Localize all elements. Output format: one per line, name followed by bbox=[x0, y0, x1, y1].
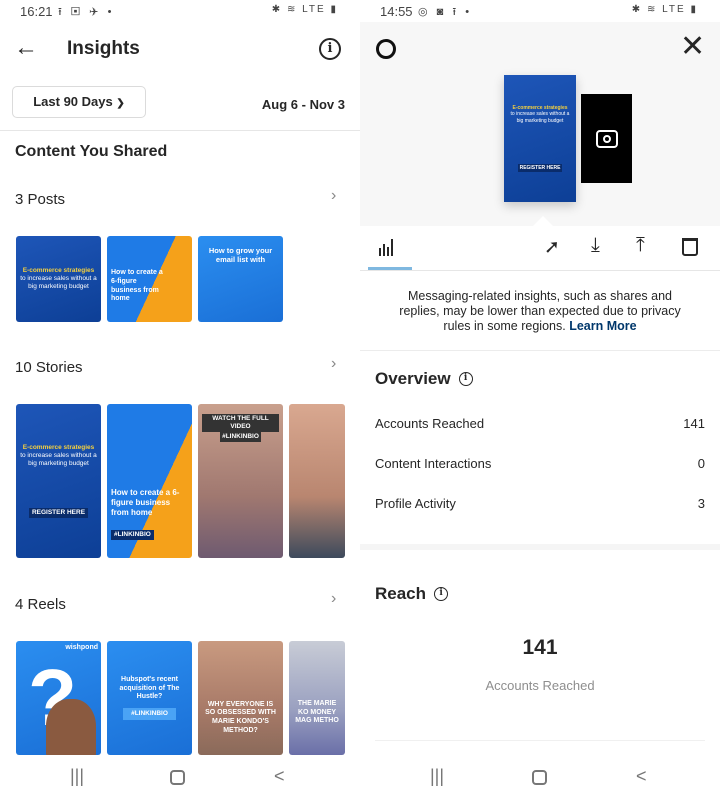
chevron-right-icon[interactable]: › bbox=[331, 355, 336, 373]
status-time: 14:55 bbox=[380, 4, 413, 19]
reach-heading: Reach i bbox=[375, 584, 449, 604]
reach-value: 141 bbox=[522, 636, 558, 659]
toolbar: ➚ ⤓ ⤒ bbox=[360, 226, 720, 270]
thumb-headline: How to create a 6-figure business from h… bbox=[111, 487, 180, 517]
metric-label: Profile Activity bbox=[375, 496, 456, 511]
section-separator bbox=[360, 544, 720, 550]
reach-title: Reach bbox=[375, 584, 427, 603]
thumb-cta: #LINKINBIO bbox=[220, 432, 261, 443]
divider bbox=[360, 350, 720, 351]
story-thumbnail[interactable]: How to create a 6-figure business from h… bbox=[107, 404, 192, 558]
insights-bar-chart-icon[interactable] bbox=[379, 238, 393, 256]
chevron-down-icon: ❯ bbox=[116, 98, 125, 109]
post-thumbnail[interactable]: How to create a 6-figure business from h… bbox=[107, 236, 192, 322]
thumb-headline: E-commerce strategies bbox=[22, 443, 95, 451]
reel-thumbnail[interactable]: WHY EVERYONE IS SO OBSESSED WITH MARIE K… bbox=[198, 641, 283, 755]
person-image bbox=[46, 699, 96, 755]
thumb-headline: How to grow your email list with bbox=[208, 246, 273, 265]
thumb-cta: REGISTER HERE bbox=[517, 163, 563, 172]
recent-apps-icon[interactable]: ||| bbox=[70, 766, 84, 787]
notice-text: Messaging-related insights, such as shar… bbox=[399, 289, 681, 333]
thumb-headline: Hubspot's recent acquisition of The Hust… bbox=[119, 675, 180, 701]
chevron-right-icon[interactable]: › bbox=[331, 187, 336, 205]
insights-screen: 16:21 ⭱ ▣ ✈ • ✱ ≋ LTE ▮ ← Insights i Las… bbox=[0, 0, 360, 800]
metric-value: 3 bbox=[697, 496, 705, 511]
camera-icon bbox=[595, 129, 618, 148]
metric-value: 0 bbox=[697, 456, 705, 471]
back-arrow-icon[interactable]: ← bbox=[14, 36, 38, 60]
stories-section-label[interactable]: 10 Stories bbox=[15, 359, 83, 376]
date-range-label: Last 90 Days bbox=[33, 94, 113, 109]
divider bbox=[360, 270, 720, 271]
thumb-subtext: to increase sales without a big marketin… bbox=[20, 274, 97, 291]
overview-heading: Overview i bbox=[375, 369, 473, 389]
status-time: 16:21 bbox=[20, 4, 53, 19]
info-icon[interactable]: i bbox=[458, 372, 473, 386]
date-range-dropdown[interactable]: Last 90 Days ❯ bbox=[12, 86, 146, 118]
status-bar: 14:55 ◎ ◙ ⭱ • ✱ ≋ LTE ▮ bbox=[360, 0, 720, 24]
overview-row-accounts-reached[interactable]: Accounts Reached 141 bbox=[375, 416, 705, 431]
add-story-button[interactable] bbox=[581, 94, 632, 183]
thumb-headline: How to create a 6-figure business from h… bbox=[111, 269, 163, 303]
thumb-headline: THE MARIE KO MONEY MAG METHO bbox=[295, 699, 339, 725]
thumb-headline: E-commerce strategies bbox=[22, 266, 95, 274]
thumb-subtext: to increase sales without a big marketin… bbox=[20, 451, 97, 467]
thumb-cta: #LINKINBIO bbox=[111, 529, 154, 540]
system-icons: ✱ ≋ LTE ▮ bbox=[271, 4, 338, 15]
post-thumbnail[interactable]: How to grow your email list with bbox=[198, 236, 283, 322]
overview-row-content-interactions[interactable]: Content Interactions 0 bbox=[375, 456, 705, 471]
reel-thumbnail[interactable]: wishpond ? bbox=[16, 641, 101, 755]
thumb-subtext: to increase sales without a big marketin… bbox=[510, 111, 570, 124]
pointer-caret bbox=[533, 216, 553, 226]
divider bbox=[0, 130, 360, 131]
post-thumbnail[interactable]: E-commerce strategies to increase sales … bbox=[16, 236, 101, 322]
reels-section-label[interactable]: 4 Reels bbox=[15, 596, 66, 613]
learn-more-link[interactable]: Learn More bbox=[569, 319, 636, 333]
recent-apps-icon[interactable]: ||| bbox=[430, 766, 444, 787]
story-thumbnail[interactable]: WATCH THE FULL VIDEO #LINKINBIO bbox=[198, 404, 283, 558]
reach-caption: Accounts Reached bbox=[485, 678, 595, 693]
overview-title: Overview bbox=[375, 369, 451, 388]
reel-thumbnail[interactable]: Hubspot's recent acquisition of The Hust… bbox=[107, 641, 192, 755]
settings-gear-icon[interactable] bbox=[376, 39, 396, 59]
thumb-headline: WHY EVERYONE IS SO OBSESSED WITH MARIE K… bbox=[205, 700, 276, 734]
story-preview-thumbnail[interactable]: E-commerce strategies to increase sales … bbox=[504, 75, 576, 202]
system-icons: ✱ ≋ LTE ▮ bbox=[631, 4, 698, 15]
close-icon[interactable]: ✕ bbox=[680, 32, 705, 62]
metric-label: Content Interactions bbox=[375, 456, 492, 471]
reel-thumbnail[interactable]: THE MARIE KO MONEY MAG METHO bbox=[289, 641, 345, 755]
nav-back-icon[interactable]: < bbox=[274, 766, 285, 787]
thumb-cta: REGISTER HERE bbox=[28, 508, 89, 519]
chevron-right-icon[interactable]: › bbox=[331, 590, 336, 608]
promote-trend-icon[interactable]: ➚ bbox=[544, 236, 560, 259]
system-nav-bar: ||| < bbox=[0, 756, 360, 800]
notification-icons: ◎ ◙ ⭱ • bbox=[418, 6, 473, 18]
metric-label: Accounts Reached bbox=[375, 416, 485, 431]
home-icon[interactable] bbox=[532, 770, 547, 785]
metric-value: 141 bbox=[683, 416, 705, 431]
download-icon[interactable]: ⤓ bbox=[591, 234, 600, 257]
share-icon[interactable]: ⤒ bbox=[636, 234, 645, 257]
date-range-text: Aug 6 - Nov 3 bbox=[261, 97, 345, 112]
home-icon[interactable] bbox=[170, 770, 185, 785]
story-thumbnail[interactable]: E-commerce strategies to increase sales … bbox=[16, 404, 101, 558]
brand-label: wishpond bbox=[65, 644, 98, 651]
status-bar: 16:21 ⭱ ▣ ✈ • ✱ ≋ LTE ▮ bbox=[0, 0, 360, 24]
nav-back-icon[interactable]: < bbox=[636, 766, 647, 787]
privacy-notice: Messaging-related insights, such as shar… bbox=[390, 289, 690, 334]
thumb-headline: WATCH THE FULL VIDEO bbox=[202, 414, 279, 433]
content-shared-heading: Content You Shared bbox=[15, 143, 168, 160]
thumb-cta: #LINKINBIO bbox=[123, 708, 176, 721]
system-nav-bar: ||| < bbox=[360, 756, 720, 800]
story-thumbnail[interactable] bbox=[289, 404, 345, 558]
trash-icon[interactable] bbox=[682, 238, 698, 256]
notification-icons: ⭱ ▣ ✈ • bbox=[58, 6, 115, 18]
posts-section-label[interactable]: 3 Posts bbox=[15, 191, 65, 208]
overview-row-profile-activity[interactable]: Profile Activity 3 bbox=[375, 496, 705, 511]
divider bbox=[375, 740, 705, 741]
story-insights-screen: 14:55 ◎ ◙ ⭱ • ✱ ≋ LTE ▮ ✕ E-commerce str… bbox=[360, 0, 720, 800]
info-icon[interactable]: i bbox=[434, 587, 449, 601]
page-title: Insights bbox=[67, 38, 140, 59]
info-icon[interactable]: i bbox=[319, 38, 341, 60]
